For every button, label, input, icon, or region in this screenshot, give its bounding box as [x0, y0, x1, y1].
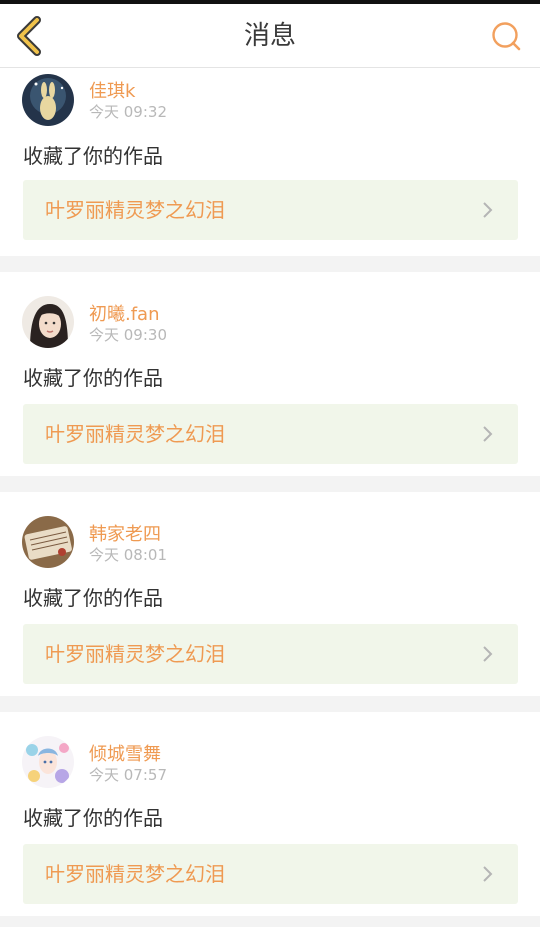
- avatar[interactable]: [22, 516, 74, 568]
- message-action: 收藏了你的作品: [23, 806, 163, 830]
- message-card: 韩家老四 今天 08:01 收藏了你的作品 叶罗丽精灵梦之幻泪: [0, 492, 540, 696]
- avatar[interactable]: [22, 74, 74, 126]
- avatar-image: [22, 516, 74, 568]
- user-name[interactable]: 佳琪k: [89, 77, 135, 103]
- message-card: 倾城雪舞 今天 07:57 收藏了你的作品 叶罗丽精灵梦之幻泪: [0, 712, 540, 916]
- message-action: 收藏了你的作品: [23, 366, 163, 390]
- avatar[interactable]: [22, 296, 74, 348]
- back-chevron-icon: [17, 16, 41, 56]
- page-title: 消息: [243, 21, 296, 51]
- message-time: 今天 09:30: [89, 326, 167, 344]
- work-title: 叶罗丽精灵梦之幻泪: [45, 862, 225, 886]
- avatar-image: [22, 74, 74, 126]
- chevron-right-icon: [483, 646, 493, 662]
- avatar-image: [22, 296, 74, 348]
- message-card: 初曦.fan 今天 09:30 收藏了你的作品 叶罗丽精灵梦之幻泪: [0, 272, 540, 476]
- message-action: 收藏了你的作品: [23, 144, 163, 168]
- chevron-right-icon: [483, 426, 493, 442]
- message-action: 收藏了你的作品: [23, 586, 163, 610]
- work-title: 叶罗丽精灵梦之幻泪: [45, 642, 225, 666]
- message-list: 佳琪k 今天 09:32 收藏了你的作品 叶罗丽精灵梦之幻泪 初曦.fan 今天…: [0, 68, 540, 927]
- search-button[interactable]: [488, 18, 524, 54]
- avatar-image: [22, 736, 74, 788]
- message-time: 今天 07:57: [89, 766, 167, 784]
- chevron-right-icon: [483, 202, 493, 218]
- user-name[interactable]: 韩家老四: [89, 520, 161, 546]
- search-icon: [492, 22, 521, 51]
- chevron-right-icon: [483, 866, 493, 882]
- user-name[interactable]: 倾城雪舞: [89, 740, 161, 766]
- user-name[interactable]: 初曦.fan: [89, 300, 160, 326]
- work-link[interactable]: 叶罗丽精灵梦之幻泪: [23, 404, 518, 464]
- work-link[interactable]: 叶罗丽精灵梦之幻泪: [23, 624, 518, 684]
- work-link[interactable]: 叶罗丽精灵梦之幻泪: [23, 180, 518, 240]
- back-button[interactable]: [10, 14, 50, 58]
- top-nav-bar: 消息: [0, 4, 540, 68]
- divider: [0, 476, 540, 492]
- divider: [0, 916, 540, 927]
- message-card: 佳琪k 今天 09:32 收藏了你的作品 叶罗丽精灵梦之幻泪: [0, 68, 540, 256]
- message-time: 今天 08:01: [89, 546, 167, 564]
- work-title: 叶罗丽精灵梦之幻泪: [45, 198, 225, 222]
- work-link[interactable]: 叶罗丽精灵梦之幻泪: [23, 844, 518, 904]
- divider: [0, 256, 540, 272]
- work-title: 叶罗丽精灵梦之幻泪: [45, 422, 225, 446]
- divider: [0, 696, 540, 712]
- avatar[interactable]: [22, 736, 74, 788]
- message-time: 今天 09:32: [89, 103, 167, 121]
